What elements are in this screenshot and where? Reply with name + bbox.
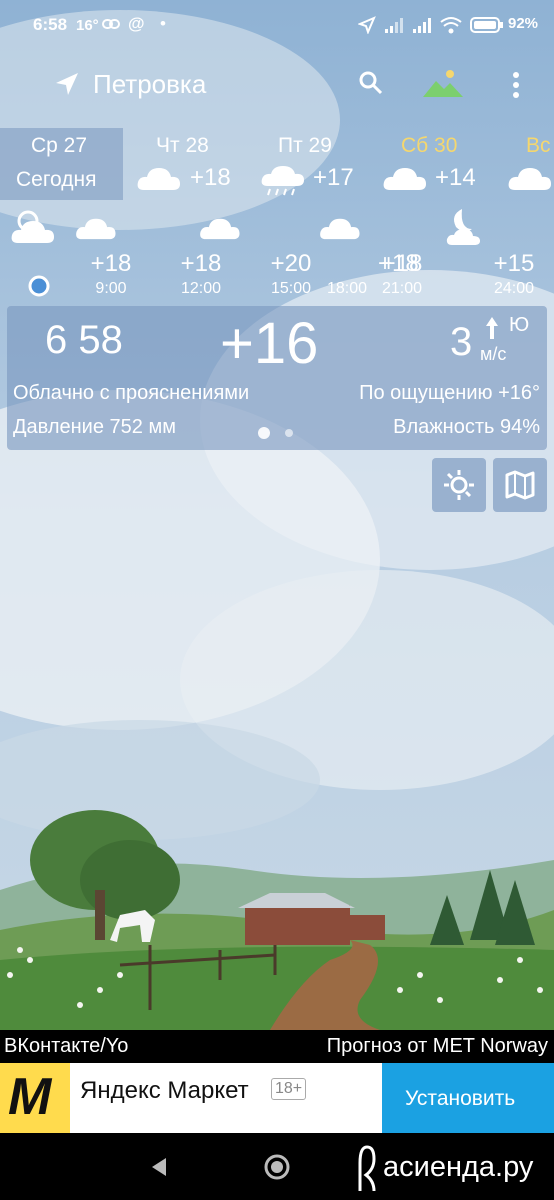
day-thu[interactable]: Чт 28 +18 xyxy=(130,128,245,200)
radar-button[interactable] xyxy=(432,458,486,512)
hourly-forecast: +18 9:00 +18 12:00 +20 15:00 . 18:00 +18… xyxy=(0,205,554,300)
wind-direction: Ю xyxy=(509,314,530,336)
status-time: 6:58 xyxy=(33,15,68,34)
source-bar: ВКонтакте/Yo Прогноз от MET Norway xyxy=(0,1030,554,1063)
hour-0900: +18 9:00 xyxy=(71,250,151,298)
more-options-icon[interactable] xyxy=(512,71,520,104)
day-name: Чт 28 xyxy=(156,134,209,157)
ad-logo: M xyxy=(0,1063,70,1133)
install-button[interactable]: Установить xyxy=(382,1063,554,1133)
signal-icon-2 xyxy=(412,16,432,39)
age-badge: 18+ xyxy=(271,1078,307,1100)
cloud-icon xyxy=(198,215,242,246)
hour-temp: +18 xyxy=(180,250,222,277)
watermark-logo-icon xyxy=(352,1141,382,1200)
ad-logo-letter: M xyxy=(8,1068,52,1126)
wind-direction-arrow-icon xyxy=(484,316,500,345)
day-temp: +17 xyxy=(313,164,354,191)
map-button[interactable] xyxy=(493,458,547,512)
pressure-text: Давление 752 мм xyxy=(13,416,176,438)
signal-icon-1 xyxy=(384,16,404,39)
forecast-source[interactable]: Прогноз от MET Norway xyxy=(327,1035,548,1058)
battery-percent: 92% xyxy=(508,15,539,32)
hour-1200: +18 12:00 xyxy=(161,250,241,298)
day-temp: +14 xyxy=(435,164,476,191)
wifi-icon xyxy=(440,16,462,39)
status-temperature: 16° xyxy=(76,17,99,34)
humidity-text: Влажность 94% xyxy=(393,416,540,438)
rain-cloud-icon xyxy=(260,164,306,203)
page-indicator xyxy=(285,429,293,437)
notification-dot: • xyxy=(160,14,166,33)
install-label: Установить xyxy=(405,1087,516,1110)
ad-title: Яндекс Маркет xyxy=(80,1077,249,1104)
current-weather-panel[interactable]: 6 58 +16 3 Ю м/с Облачно с прояснениями … xyxy=(7,306,547,450)
search-icon[interactable] xyxy=(358,70,384,101)
day-sat[interactable]: Сб 30 +14 xyxy=(380,128,495,200)
sun-weather-icon xyxy=(443,469,475,506)
landscape-theme-icon[interactable] xyxy=(422,67,464,104)
cloud-icon xyxy=(507,164,553,197)
hour-2400: +15 24:00 xyxy=(474,250,554,298)
now-indicator-icon xyxy=(28,275,50,302)
condition-text: Облачно с прояснениями xyxy=(13,382,250,404)
hour-time: 21:00 xyxy=(381,280,423,297)
navigation-bar: асиенда.ру xyxy=(0,1133,554,1200)
ad-banner[interactable]: M Яндекс Маркет 18+ Установить xyxy=(0,1063,554,1133)
wind-speed: 3 xyxy=(450,320,473,364)
battery-icon xyxy=(470,16,504,39)
day-name: Вс xyxy=(526,134,551,157)
day-temp: +18 xyxy=(190,164,231,191)
map-icon xyxy=(505,470,535,505)
hour-time: 24:00 xyxy=(493,280,535,297)
hour-temp: +15 xyxy=(493,250,535,277)
home-icon[interactable] xyxy=(264,1154,290,1185)
hour-time: 9:00 xyxy=(95,280,127,297)
moon-cloud-icon xyxy=(440,207,482,252)
location-name[interactable]: Петровка xyxy=(93,69,206,100)
link-icon xyxy=(102,16,120,36)
cloud-icon xyxy=(136,164,182,197)
current-temperature: +16 xyxy=(220,311,319,376)
hour-temp-1800: +18 xyxy=(378,250,419,277)
vk-link[interactable]: ВКонтакте/Yo xyxy=(4,1035,128,1058)
partly-cloudy-icon xyxy=(8,207,66,250)
at-icon: @ xyxy=(128,14,145,33)
hour-temp: +18 xyxy=(90,250,132,277)
watermark-text: асиенда.ру xyxy=(383,1151,534,1183)
day-fri[interactable]: Пт 29 +17 xyxy=(255,128,370,200)
day-name: Пт 29 xyxy=(278,134,332,157)
cloud-icon xyxy=(382,164,428,197)
location-arrow-icon[interactable] xyxy=(54,71,80,102)
back-icon[interactable] xyxy=(150,1157,168,1182)
current-time: 6 58 xyxy=(45,318,123,362)
daily-forecast: Ср 27 Сегодня Чт 28 +18 Пт 29 +17 Сб 30 … xyxy=(0,128,554,200)
day-sub: Сегодня xyxy=(16,168,97,191)
day-today[interactable]: Ср 27 Сегодня xyxy=(0,128,123,200)
feels-like-text: По ощущению +16° xyxy=(359,382,540,404)
cloud-icon xyxy=(74,215,118,246)
day-sun[interactable]: Вс xyxy=(505,128,554,200)
page-indicator-active xyxy=(258,427,270,439)
status-bar: 6:58 16° @ • 92% xyxy=(0,0,554,50)
location-arrow-icon xyxy=(357,16,376,39)
day-name: Сб 30 xyxy=(401,134,458,157)
app-bar: Петровка xyxy=(0,55,554,115)
day-name: Ср 27 xyxy=(31,134,88,157)
hour-time: 12:00 xyxy=(180,280,222,297)
wind-unit: м/с xyxy=(480,344,507,364)
cloud-icon xyxy=(318,215,362,246)
